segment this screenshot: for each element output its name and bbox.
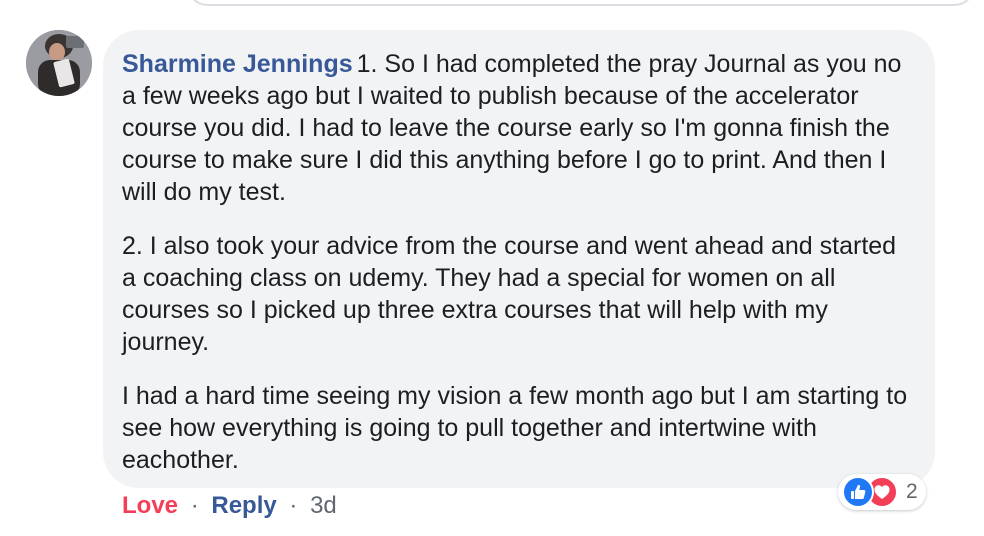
comment-actions: Love · Reply · 3d (122, 490, 337, 522)
comment-bubble: Sharmine Jennings 1. So I had completed t… (103, 30, 935, 488)
separator-dot: · (289, 492, 298, 519)
like-icon (842, 476, 874, 508)
comment-paragraph-2: 2. I also took your advice from the cour… (122, 232, 897, 356)
author-name-link[interactable]: Sharmine Jennings (122, 50, 353, 78)
reply-button[interactable]: Reply (211, 492, 276, 519)
separator-dot: · (190, 492, 199, 519)
love-reaction-button[interactable]: Love (122, 492, 178, 519)
timestamp[interactable]: 3d (310, 492, 337, 519)
comment-paragraph-1: Sharmine Jennings 1. So I had completed t… (122, 48, 911, 208)
reaction-summary[interactable]: 2 (838, 474, 926, 510)
comment-paragraph-3: I had a hard time seeing my vision a few… (122, 382, 908, 474)
previous-comment-bubble-edge (186, 0, 976, 6)
avatar[interactable] (26, 30, 92, 96)
reaction-count: 2 (906, 480, 918, 503)
avatar-image (26, 30, 92, 96)
